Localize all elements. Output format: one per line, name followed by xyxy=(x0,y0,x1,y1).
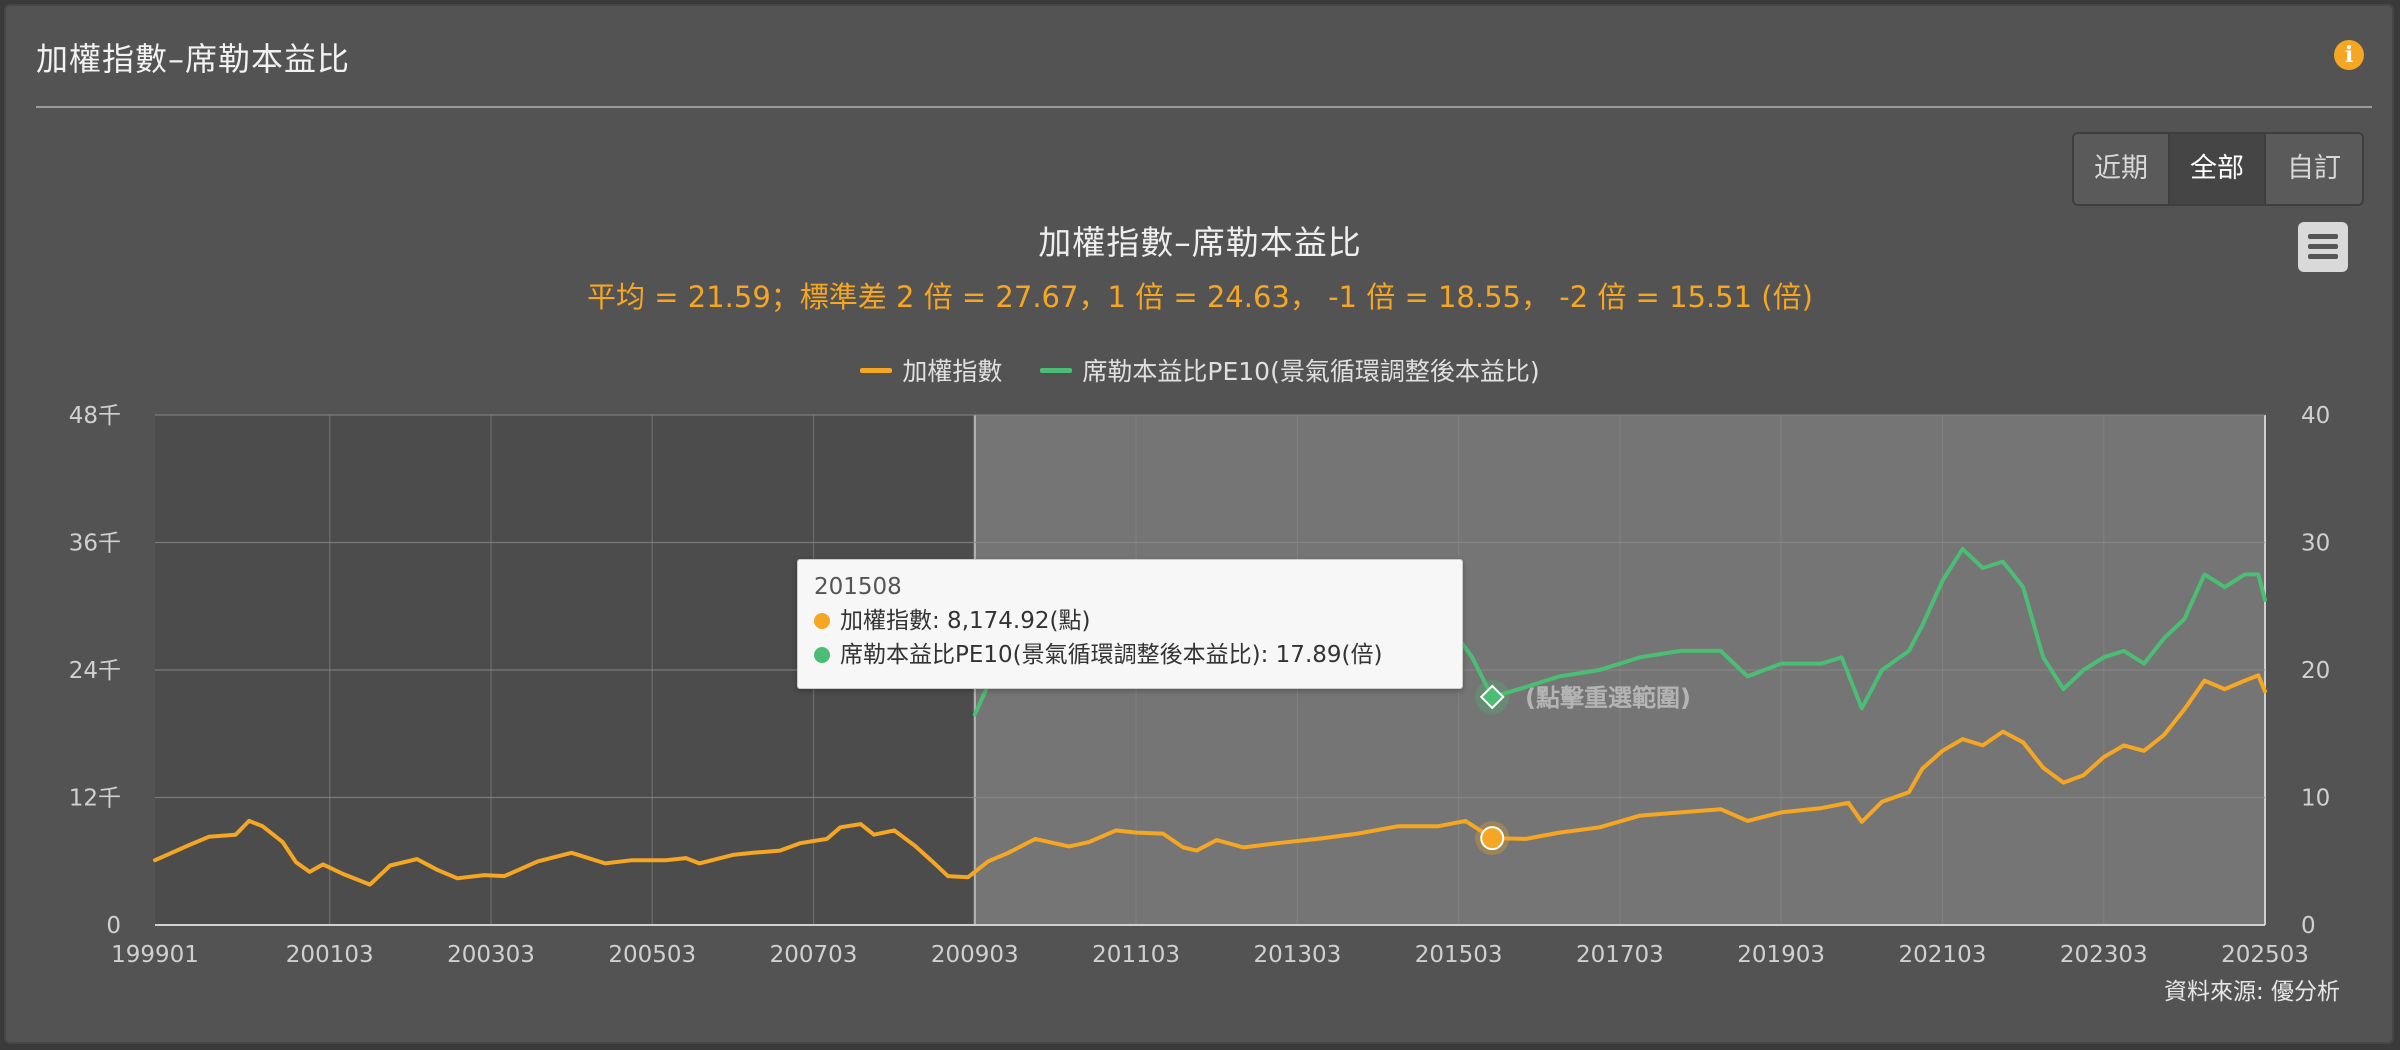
tooltip-text-index: 加權指數: 8,174.92(點) xyxy=(840,608,1091,634)
chart-plot[interactable]: 0 0 12千 10 24千 20 36千 30 48千 40 199901 200103 200303… xyxy=(0,0,2400,1050)
y-left-tick-label: 0 xyxy=(106,913,121,939)
tooltip-date: 201508 xyxy=(814,574,902,600)
tooltip-row-pe10: 席勒本益比PE10(景氣循環調整後本益比): 17.89(倍) xyxy=(814,638,1446,672)
x-tick-label: 202103 xyxy=(1899,942,1987,968)
x-tick-label: 201303 xyxy=(1253,942,1341,968)
x-tick-label: 199901 xyxy=(111,942,199,968)
y-right-tick-label: 30 xyxy=(2301,531,2330,557)
y-right-tick-label: 40 xyxy=(2301,403,2330,429)
x-tick-label: 202303 xyxy=(2060,942,2148,968)
reset-range-label[interactable]: (點擊重選範圍) xyxy=(1525,678,1691,713)
x-tick-label: 200703 xyxy=(770,942,858,968)
y-right-tick-label: 20 xyxy=(2301,658,2330,684)
x-tick-label: 201103 xyxy=(1092,942,1180,968)
y-left-tick-label: 12千 xyxy=(69,786,121,812)
x-tick-label: 200103 xyxy=(286,942,374,968)
x-tick-label: 201503 xyxy=(1415,942,1503,968)
y-right-tick-label: 10 xyxy=(2301,786,2330,812)
y-left-tick-label: 48千 xyxy=(69,403,121,429)
tooltip-text-pe10: 席勒本益比PE10(景氣循環調整後本益比): 17.89(倍) xyxy=(840,642,1383,668)
y-left-tick-label: 24千 xyxy=(69,658,121,684)
x-tick-label: 200903 xyxy=(931,942,1019,968)
y-right-tick-label: 0 xyxy=(2301,913,2316,939)
data-source: 資料來源: 優分析 xyxy=(2164,979,2341,1005)
tooltip-dot-pe10 xyxy=(814,647,830,663)
y-left-tick-label: 36千 xyxy=(69,531,121,557)
x-tick-label: 202503 xyxy=(2221,942,2309,968)
x-tick-label: 200303 xyxy=(447,942,535,968)
chart-tooltip: 201508 加權指數: 8,174.92(點) 席勒本益比PE10(景氣循環調… xyxy=(797,559,1463,689)
x-tick-label: 201903 xyxy=(1737,942,1825,968)
x-tick-label: 200503 xyxy=(608,942,696,968)
x-tick-label: 201703 xyxy=(1576,942,1664,968)
tooltip-row-index: 加權指數: 8,174.92(點) xyxy=(814,604,1446,638)
tooltip-dot-index xyxy=(814,613,830,629)
highlight-marker-index xyxy=(1480,826,1505,851)
